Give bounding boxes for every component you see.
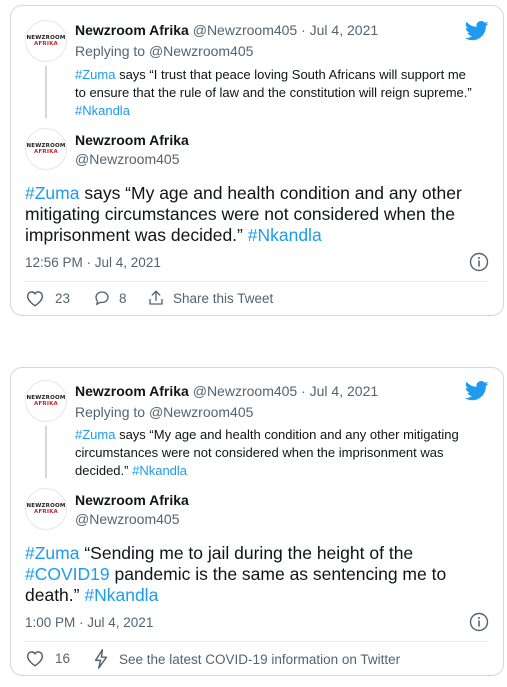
tweet-timestamp[interactable]: 12:56 PM · Jul 4, 2021: [25, 255, 161, 270]
author-name[interactable]: Newzroom Afrika: [75, 22, 189, 38]
info-icon[interactable]: [469, 612, 489, 632]
avatar[interactable]: NEWZROOM AFRIKA: [25, 20, 67, 62]
parent-tweet-text: #Zuma says “My age and health condition …: [75, 427, 459, 478]
newzroom-logo: NEWZROOM AFRIKA: [26, 503, 66, 515]
author-meta[interactable]: @Newzroom405 · Jul 4, 2021: [193, 22, 378, 38]
author-meta[interactable]: @Newzroom405 · Jul 4, 2021: [193, 383, 378, 399]
twitter-bird-icon[interactable]: [465, 381, 489, 401]
avatar[interactable]: NEWZROOM AFRIKA: [25, 380, 67, 422]
replying-to-handle[interactable]: @Newzroom405: [149, 43, 253, 59]
hashtag-zuma[interactable]: #Zuma: [25, 543, 79, 563]
hashtag-covid19[interactable]: #COVID19: [25, 564, 110, 584]
parent-tweet-header: Newzroom Afrika @Newzroom405 · Jul 4, 20…: [75, 22, 378, 38]
divider: [25, 641, 489, 642]
hashtag-nkandla[interactable]: #Nkandla: [75, 103, 130, 118]
parent-tweet-header: Newzroom Afrika @Newzroom405 · Jul 4, 20…: [75, 383, 378, 399]
replying-to: Replying to @Newzroom405: [75, 43, 254, 59]
reply-count: 8: [119, 290, 127, 306]
parent-tweet-text: #Zuma says “I trust that peace loving So…: [75, 67, 472, 118]
newzroom-logo: NEWZROOM AFRIKA: [26, 35, 66, 47]
thread-line: [45, 426, 47, 478]
thread-line: [45, 66, 47, 118]
reply-bubble-icon: [95, 291, 109, 306]
heart-icon: [26, 651, 44, 667]
tweet-text: #Zuma “Sending me to jail during the hei…: [25, 543, 447, 605]
twitter-bird-icon[interactable]: [465, 21, 489, 41]
like-button[interactable]: 23: [25, 289, 70, 307]
author-name[interactable]: Newzroom Afrika: [75, 383, 189, 399]
newzroom-logo: NEWZROOM AFRIKA: [26, 143, 66, 155]
embedded-tweet-card: NEWZROOM AFRIKA Newzroom Afrika @Newzroom…: [10, 367, 504, 676]
divider: [25, 281, 489, 282]
share-label: Share this Tweet: [173, 290, 274, 306]
covid-info-label: See the latest COVID-19 information on T…: [119, 651, 401, 667]
share-icon: [149, 290, 163, 305]
hashtag-nkandla[interactable]: #Nkandla: [132, 463, 187, 478]
author-handle[interactable]: @Newzroom405: [75, 511, 179, 527]
share-button[interactable]: Share this Tweet: [147, 289, 273, 307]
like-button[interactable]: 16: [25, 649, 70, 667]
hashtag-nkandla[interactable]: #Nkandla: [248, 225, 322, 245]
replying-to-handle[interactable]: @Newzroom405: [149, 404, 253, 420]
heart-icon: [26, 291, 44, 307]
avatar[interactable]: NEWZROOM AFRIKA: [25, 128, 67, 170]
hashtag-zuma[interactable]: #Zuma: [25, 183, 79, 203]
lightning-bolt-icon: [94, 649, 108, 669]
author-name[interactable]: Newzroom Afrika: [75, 132, 189, 148]
avatar[interactable]: NEWZROOM AFRIKA: [25, 488, 67, 530]
tweet-text: #Zuma says “My age and health condition …: [25, 183, 462, 245]
hashtag-zuma[interactable]: #Zuma: [75, 67, 115, 82]
covid-info-link[interactable]: See the latest COVID-19 information on T…: [93, 649, 400, 669]
embedded-tweet-card: NEWZROOM AFRIKA Newzroom Afrika @Newzroom…: [10, 5, 504, 316]
hashtag-zuma[interactable]: #Zuma: [75, 427, 115, 442]
reply-button[interactable]: 8: [93, 289, 127, 307]
newzroom-logo: NEWZROOM AFRIKA: [26, 395, 66, 407]
like-count: 16: [55, 650, 71, 666]
like-count: 23: [55, 290, 71, 306]
replying-to: Replying to @Newzroom405: [75, 404, 254, 420]
info-icon[interactable]: [469, 252, 489, 272]
author-name[interactable]: Newzroom Afrika: [75, 492, 189, 508]
tweet-timestamp[interactable]: 1:00 PM · Jul 4, 2021: [25, 615, 153, 630]
hashtag-nkandla[interactable]: #Nkandla: [84, 585, 158, 605]
author-handle[interactable]: @Newzroom405: [75, 151, 179, 167]
